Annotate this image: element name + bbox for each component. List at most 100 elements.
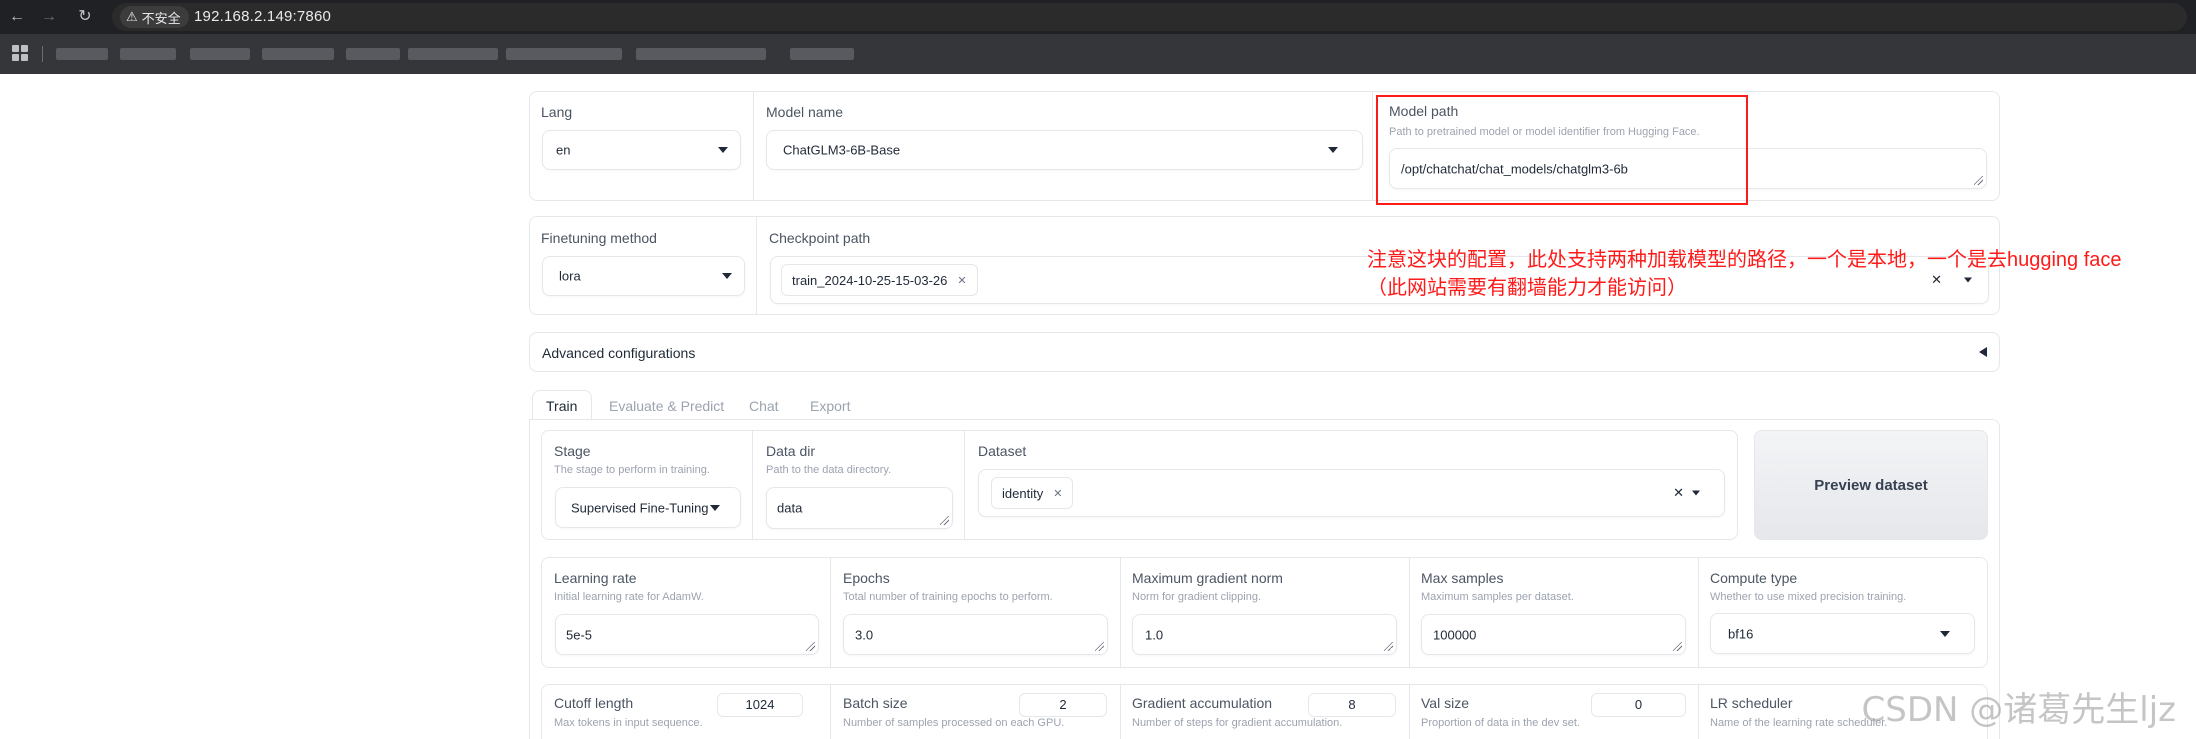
chevron-down-icon[interactable] [1964,277,1972,283]
tab-evaluate-predict[interactable]: Evaluate & Predict [609,398,724,414]
batch-size-info: Number of samples processed on each GPU. [843,717,1065,729]
tab-train[interactable]: Train [546,398,577,414]
address-bar[interactable] [112,3,2187,31]
preview-dataset-button[interactable]: Preview dataset [1754,430,1988,540]
max-grad-norm-info: Norm for gradient clipping. [1132,591,1262,603]
divider [830,685,831,739]
compute-type-label: Compute type [1710,570,1798,586]
lang-dropdown[interactable]: en [542,130,741,170]
advanced-configurations-accordion[interactable]: Advanced configurations [529,332,2000,372]
max-grad-norm-input[interactable]: 1.0 [1132,614,1397,655]
dataset-tag[interactable]: identity ✕ [991,477,1074,509]
bookmark-item[interactable] [408,48,498,60]
learning-rate-value: 5e-5 [566,627,593,642]
max-samples-value: 100000 [1433,627,1477,642]
cutoff-length-info: Max tokens in input sequence. [554,717,703,729]
cutoff-length-label: Cutoff length [554,695,634,711]
max-grad-norm-label: Maximum gradient norm [1132,570,1283,586]
finetuning-method-dropdown[interactable]: lora [542,256,745,296]
advanced-configurations-label: Advanced configurations [542,345,696,361]
batch-size-number[interactable]: 2 [1019,693,1107,717]
stage-info: The stage to perform in training. [554,464,710,476]
batch-size-label: Batch size [843,695,908,711]
model-name-label: Model name [766,104,844,120]
finetuning-method-label: Finetuning method [541,230,657,246]
val-size-number[interactable]: 0 [1591,693,1686,717]
grad-accum-info: Number of steps for gradient accumulatio… [1132,717,1343,729]
remove-tag-icon[interactable]: ✕ [957,274,966,287]
model-name-value: ChatGLM3-6B-Base [783,142,901,158]
url-text[interactable]: 192.168.2.149:7860 [194,8,331,25]
divider [1372,92,1373,200]
bookmark-item[interactable] [120,48,176,60]
remove-tag-icon[interactable]: ✕ [1053,487,1062,500]
chevron-down-icon [718,147,728,153]
epochs-input[interactable]: 3.0 [843,614,1108,655]
data-dir-label: Data dir [766,443,816,459]
dataset-label: Dataset [978,443,1027,459]
epochs-value: 3.0 [855,627,874,642]
val-size-label: Val size [1421,695,1469,711]
tab-export[interactable]: Export [810,398,850,414]
lr-scheduler-label: LR scheduler [1710,695,1793,711]
max-samples-label: Max samples [1421,570,1504,586]
bookmark-item[interactable] [506,48,622,60]
resize-handle[interactable] [806,642,815,651]
divider [1698,558,1699,667]
lang-value: en [556,142,571,158]
stage-dropdown[interactable]: Supervised Fine-Tuning [555,487,741,528]
chevron-down-icon[interactable] [1692,490,1700,496]
data-dir-value: data [777,500,803,516]
model-name-dropdown[interactable]: ChatGLM3-6B-Base [766,130,1363,170]
reload-icon[interactable]: ↻ [74,6,96,28]
finetuning-method-value: lora [559,268,581,284]
stage-label: Stage [554,443,591,459]
apps-grid-icon[interactable] [12,45,28,61]
clear-icon[interactable]: ✕ [1673,485,1684,501]
chevron-down-icon [710,504,720,511]
data-dir-input[interactable]: data [766,487,953,529]
checkpoint-tag[interactable]: train_2024-10-25-15-03-26 ✕ [781,264,978,296]
resize-handle[interactable] [1974,176,1983,185]
dataset-multiselect[interactable]: identity ✕ ✕ [978,469,1725,517]
divider [753,92,754,200]
security-chip[interactable]: ⚠ 不安全 [120,6,189,28]
data-dir-info: Path to the data directory. [766,464,892,476]
bookmark-item[interactable] [56,48,108,60]
divider [752,431,753,539]
resize-handle[interactable] [940,516,949,525]
security-label: 不安全 [141,10,181,26]
bookmark-item[interactable] [636,48,766,60]
bookmark-item[interactable] [790,48,854,60]
learning-rate-label: Learning rate [554,570,637,586]
annotation-highlight-box [1376,95,1748,205]
val-size-info: Proportion of data in the dev set. [1421,717,1580,729]
max-samples-info: Maximum samples per dataset. [1421,591,1574,603]
forward-arrow-icon[interactable]: → [38,6,60,28]
divider [1409,558,1410,667]
compute-type-dropdown[interactable]: bf16 [1710,613,1975,654]
max-samples-input[interactable]: 100000 [1421,614,1686,655]
divider [1409,685,1410,739]
clear-icon[interactable]: ✕ [1931,272,1942,288]
resize-handle[interactable] [1095,642,1104,651]
browser-toolbar: ← → ↻ ⚠ 不安全 192.168.2.149:7860 [0,0,2196,34]
csdn-watermark: CSDN @诸葛先生ljz [1861,690,2176,730]
resize-handle[interactable] [1673,642,1682,651]
compute-type-info: Whether to use mixed precision training. [1710,591,1907,603]
learning-rate-input[interactable]: 5e-5 [555,614,819,655]
annotation-line-1: 注意这块的配置，此处支持两种加载模型的路径，一个是本地，一个是去hugging … [1367,249,2122,271]
bookmark-item[interactable] [346,48,400,60]
bookmark-item[interactable] [262,48,334,60]
bookmark-item[interactable] [190,48,250,60]
dataset-tag-text: identity [1002,485,1044,501]
checkpoint-tag-text: train_2024-10-25-15-03-26 [792,272,948,288]
back-arrow-icon[interactable]: ← [6,6,28,28]
divider [1698,685,1699,739]
grad-accum-number[interactable]: 8 [1308,693,1396,717]
annotation-line-2: （此网站需要有翻墙能力才能访问） [1367,277,1687,299]
resize-handle[interactable] [1384,642,1393,651]
tab-chat[interactable]: Chat [749,398,779,414]
divider [964,431,965,539]
cutoff-length-number[interactable]: 1024 [717,693,803,717]
